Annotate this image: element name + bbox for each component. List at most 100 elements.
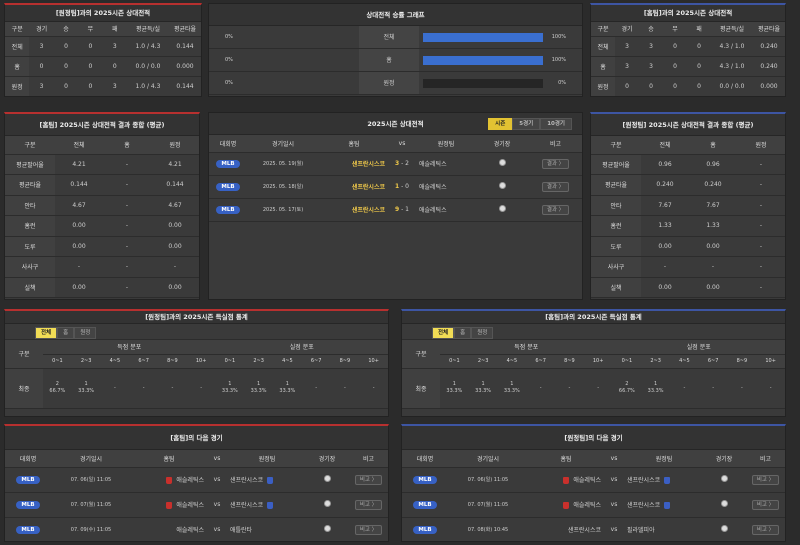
scored-cell: -	[186, 368, 216, 409]
cell: 0	[615, 76, 639, 96]
allowed-cell: 1 33.3%	[641, 368, 670, 409]
winrate-left-pct: 0%	[225, 80, 233, 86]
range-header: 10+	[583, 354, 613, 369]
note-button[interactable]: 비고 〉	[751, 474, 780, 485]
col-header: vs	[604, 450, 624, 468]
league-cell: MLB	[402, 467, 448, 493]
away-uniform-icon	[267, 502, 274, 509]
winrate-right-pct: 0%	[558, 80, 566, 86]
cell: -	[737, 154, 785, 175]
percent: 33.3%	[647, 388, 664, 394]
winrate-row: 0% 원정 0%	[209, 72, 582, 95]
date-cell: 07. 08(화) 10:45	[448, 517, 528, 541]
allowed-cell: -	[330, 368, 360, 409]
away-team: 샌프란시스코	[230, 502, 264, 509]
col-header: 홈	[689, 136, 737, 155]
stadium-icon	[720, 475, 728, 482]
count: -	[142, 384, 145, 391]
stadium-cell	[477, 152, 527, 176]
tab-home[interactable]: 홈	[454, 327, 472, 339]
home-uniform-icon	[166, 477, 173, 484]
range-header: 4~5	[100, 354, 130, 369]
range-header: 0~1	[612, 354, 642, 369]
col-header: 비고	[347, 450, 388, 468]
home-team: 애슬레틱스	[176, 502, 204, 509]
range-header: 0~1	[215, 354, 245, 369]
stadium-icon	[720, 525, 728, 532]
summary-row: 안타 7.67 7.67-	[591, 195, 785, 216]
range-header: 4~5	[670, 354, 699, 369]
away-uniform-icon	[664, 477, 671, 484]
count: -	[769, 384, 772, 391]
note-button[interactable]: 비고 〉	[354, 474, 383, 485]
league-badge: MLB	[413, 500, 437, 509]
col-header: 경기	[29, 22, 54, 37]
winrate-row: 0% 전체 100%	[209, 26, 582, 49]
range-header: 0~1	[43, 354, 72, 369]
cell: 4.21	[151, 154, 199, 175]
cell: 0.0 / 0.0	[127, 56, 169, 77]
range-header: 10+	[186, 354, 216, 369]
cell: 0.240	[641, 174, 689, 196]
note-button[interactable]: 비고 〉	[751, 499, 780, 510]
cell: 4.3 / 1.0	[711, 36, 753, 57]
date-cell: 07. 06(일) 11:05	[51, 467, 131, 493]
header-row: 대회명 경기일시 홈팀 vs 원정팀 경기장 비고	[209, 135, 582, 153]
count: -	[171, 384, 174, 391]
stadium-cell	[307, 517, 347, 541]
col-header: 원정팀	[415, 135, 477, 153]
next-game-row: MLB 07. 06(일) 11:05 애슬레틱스 vs 샌프란시스코 비고 〉	[402, 467, 785, 493]
away-cell: 필라델피아	[624, 517, 704, 541]
vs-cell: vs	[207, 467, 227, 493]
row-label: 최종	[402, 368, 440, 409]
note-cell: 결과 〉	[527, 152, 582, 176]
result-button[interactable]: 결과 〉	[541, 181, 570, 192]
home-uniform-icon	[563, 477, 570, 484]
range-header: 8~9	[727, 354, 757, 369]
league-cell: MLB	[5, 517, 51, 541]
row-label: 전체	[5, 36, 30, 57]
tab-5games[interactable]: 5경기	[512, 118, 541, 130]
row-label: 사사구	[5, 256, 55, 278]
row-label: 최종	[5, 368, 43, 409]
cell: -	[737, 277, 785, 298]
home-cell: 샌프란시스코	[528, 517, 604, 541]
result-button[interactable]: 결과 〉	[541, 204, 570, 215]
tab-season[interactable]: 시즌	[488, 118, 513, 130]
cell: -	[103, 195, 151, 216]
cell: -	[737, 195, 785, 216]
winrate-label: 홈	[359, 49, 419, 71]
away-season-table: 구분 경기 승 무 패 평균득/실 평균타율 전체 3 3 0 0 4.3 / 1.0 0.240 홈3…	[591, 22, 785, 96]
league-badge: MLB	[216, 205, 240, 214]
allowed-cell: -	[756, 368, 785, 409]
tab-home[interactable]: 홈	[57, 327, 75, 339]
cell: 0.000	[753, 76, 785, 96]
tab-10games[interactable]: 10경기	[540, 118, 572, 130]
note-button[interactable]: 비고 〉	[354, 499, 383, 510]
note-cell: 비고 〉	[744, 517, 785, 541]
home-uniform-icon	[563, 502, 570, 509]
note-button[interactable]: 비고 〉	[354, 524, 383, 535]
away-cell: 샌프란시스코	[227, 467, 307, 493]
scored-cell: 1 33.3%	[71, 368, 101, 409]
row-label: 평균팔어율	[5, 154, 55, 175]
col-header: 무	[78, 22, 103, 37]
col-header: 구분	[5, 22, 30, 37]
note-button[interactable]: 비고 〉	[751, 524, 780, 535]
cell: 0.00	[641, 277, 689, 298]
group-scored: 득점 분포	[440, 340, 613, 355]
result-button[interactable]: 결과 〉	[541, 158, 570, 169]
summary-row: 안타 4.67-4.67	[5, 195, 199, 216]
tab-all[interactable]: 전체	[432, 327, 455, 339]
tab-all[interactable]: 전체	[35, 327, 58, 339]
date-cell: 07. 09(수) 11:05	[51, 517, 131, 541]
col-header: 경기	[615, 22, 639, 37]
cell: 3	[615, 56, 639, 77]
winrate-bar-fill	[423, 32, 543, 42]
tab-away[interactable]: 원정	[471, 327, 494, 339]
cell: 0.96	[641, 154, 689, 175]
cell: 4.67	[151, 195, 199, 216]
row-label: 실책	[591, 277, 641, 298]
cell: 4.21	[55, 154, 103, 175]
tab-away[interactable]: 원정	[74, 327, 97, 339]
